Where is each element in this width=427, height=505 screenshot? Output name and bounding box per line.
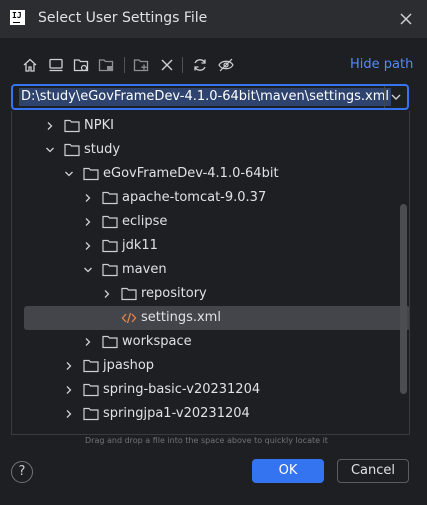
folder-icon — [83, 167, 99, 181]
cancel-button[interactable]: Cancel — [337, 459, 409, 483]
hide-path-link[interactable]: Hide path — [350, 57, 413, 72]
chevron-right-icon[interactable] — [102, 289, 112, 299]
tree-row-folder[interactable]: study — [12, 138, 398, 162]
refresh-icon[interactable] — [191, 56, 209, 74]
tree-row-label: jdk11 — [122, 238, 158, 253]
tree-row-folder[interactable]: spring-basic-v20231204 — [12, 378, 398, 402]
file-tree[interactable]: NPKI study eGovFrameDev-4.1.0-64bit apache-… — [11, 111, 410, 435]
tree-row-label: repository — [141, 286, 207, 301]
tree-row-label: spring-basic-v20231204 — [103, 382, 261, 397]
folder-icon — [102, 335, 118, 349]
chevron-down-icon[interactable] — [64, 169, 74, 179]
folder-icon — [102, 191, 118, 205]
tree-row-label: workspace — [122, 334, 192, 349]
tree-row-label: NPKI — [84, 118, 114, 133]
tree-row-folder[interactable]: NPKI — [12, 114, 398, 138]
chevron-down-icon[interactable] — [45, 145, 55, 155]
help-button[interactable]: ? — [11, 461, 33, 483]
tree-row-label: springjpa1-v20231204 — [103, 406, 250, 421]
tree-row-label: settings.xml — [141, 310, 221, 325]
folder-icon — [83, 407, 99, 421]
tree-row-label: maven — [122, 262, 167, 277]
chevron-right-icon[interactable] — [64, 385, 74, 395]
tree-row-label: study — [84, 142, 121, 157]
tree-row-label: eGovFrameDev-4.1.0-64bit — [103, 166, 279, 181]
tree-row-folder[interactable]: workspace — [12, 330, 398, 354]
tree-row-folder[interactable]: eclipse — [12, 210, 398, 234]
tree-row-label: apache-tomcat-9.0.37 — [122, 190, 267, 205]
folder-icon — [102, 215, 118, 229]
home-icon[interactable] — [21, 56, 39, 74]
desktop-icon[interactable] — [47, 56, 65, 74]
tree-row-folder[interactable]: jdk11 — [12, 234, 398, 258]
chevron-right-icon[interactable] — [83, 193, 93, 203]
toolbar-separator — [124, 57, 125, 73]
chevron-right-icon[interactable] — [45, 121, 55, 131]
show-hidden-icon[interactable] — [217, 56, 235, 74]
path-history-dropdown[interactable] — [384, 86, 407, 108]
tree-row-folder[interactable]: apache-tomcat-9.0.37 — [12, 186, 398, 210]
chevron-down-icon — [391, 94, 401, 100]
path-input-value[interactable]: D:\study\eGovFrameDev-4.1.0-64bit\maven\… — [19, 88, 392, 106]
tree-row-folder[interactable]: repository — [12, 282, 398, 306]
app-logo-icon: IJ — [10, 10, 25, 25]
project-folder-icon[interactable] — [72, 56, 90, 74]
chevron-right-icon[interactable] — [83, 217, 93, 227]
folder-icon — [83, 359, 99, 373]
new-folder-icon[interactable] — [132, 56, 150, 74]
module-folder-icon[interactable] — [97, 56, 115, 74]
chevron-right-icon[interactable] — [64, 409, 74, 419]
tree-row-file[interactable]: settings.xml — [24, 306, 409, 330]
folder-icon — [102, 239, 118, 253]
tree-row-label: eclipse — [122, 214, 168, 229]
folder-icon — [64, 143, 80, 157]
right-edge-fragment — [419, 270, 427, 330]
chevron-right-icon[interactable] — [83, 337, 93, 347]
tree-row-folder[interactable]: eGovFrameDev-4.1.0-64bit — [12, 162, 398, 186]
chevron-right-icon[interactable] — [83, 241, 93, 251]
tree-scrollbar[interactable] — [400, 204, 407, 394]
close-icon[interactable] — [398, 11, 414, 27]
window-title: Select User Settings File — [38, 10, 208, 26]
xml-file-icon — [121, 312, 137, 324]
folder-icon — [121, 287, 137, 301]
chevron-down-icon[interactable] — [83, 265, 93, 275]
toolbar-separator — [182, 57, 183, 73]
folder-icon — [64, 119, 80, 133]
folder-icon — [102, 263, 118, 277]
drop-hint: Drag and drop a file into the space abov… — [85, 436, 328, 445]
folder-icon — [83, 383, 99, 397]
tree-row-folder[interactable]: maven — [12, 258, 398, 282]
delete-icon[interactable] — [158, 56, 176, 74]
tree-row-folder[interactable]: springjpa1-v20231204 — [12, 402, 398, 426]
tree-row-label: jpashop — [103, 358, 155, 373]
chevron-right-icon[interactable] — [64, 361, 74, 371]
tree-row-folder[interactable]: jpashop — [12, 354, 398, 378]
ok-button[interactable]: OK — [252, 459, 324, 483]
